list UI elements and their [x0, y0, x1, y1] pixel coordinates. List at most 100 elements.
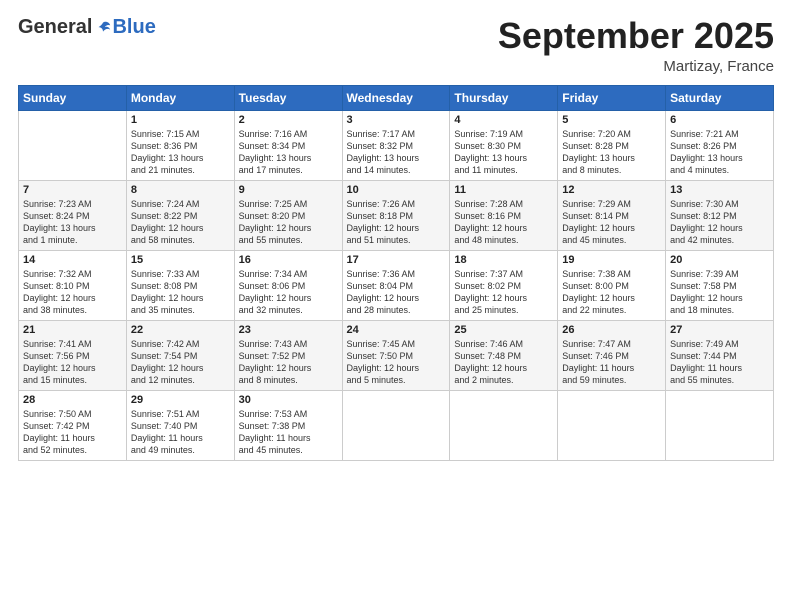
header: General Blue September 2025 Martizay, Fr…	[18, 16, 774, 75]
calendar-cell: 25 Sunrise: 7:46 AM Sunset: 7:48 PM Dayli…	[450, 320, 558, 390]
day-number: 17	[347, 254, 446, 266]
day-number: 10	[347, 184, 446, 196]
day-info: Sunrise: 7:37 AM Sunset: 8:02 PM Dayligh…	[454, 268, 553, 317]
col-friday: Friday	[558, 85, 666, 110]
calendar-table: Sunday Monday Tuesday Wednesday Thursday…	[18, 85, 774, 461]
day-info: Sunrise: 7:51 AM Sunset: 7:40 PM Dayligh…	[131, 408, 230, 457]
day-info: Sunrise: 7:45 AM Sunset: 7:50 PM Dayligh…	[347, 338, 446, 387]
day-number: 7	[23, 184, 122, 196]
calendar-week-1: 1 Sunrise: 7:15 AM Sunset: 8:36 PM Daylig…	[19, 110, 774, 180]
calendar-cell	[19, 110, 127, 180]
calendar-cell: 29 Sunrise: 7:51 AM Sunset: 7:40 PM Dayli…	[126, 390, 234, 460]
calendar-page: General Blue September 2025 Martizay, Fr…	[0, 0, 792, 612]
day-info: Sunrise: 7:50 AM Sunset: 7:42 PM Dayligh…	[23, 408, 122, 457]
calendar-cell: 3 Sunrise: 7:17 AM Sunset: 8:32 PM Daylig…	[342, 110, 450, 180]
calendar-cell: 4 Sunrise: 7:19 AM Sunset: 8:30 PM Daylig…	[450, 110, 558, 180]
day-info: Sunrise: 7:47 AM Sunset: 7:46 PM Dayligh…	[562, 338, 661, 387]
calendar-cell: 12 Sunrise: 7:29 AM Sunset: 8:14 PM Dayli…	[558, 180, 666, 250]
day-number: 14	[23, 254, 122, 266]
calendar-cell: 24 Sunrise: 7:45 AM Sunset: 7:50 PM Dayli…	[342, 320, 450, 390]
day-info: Sunrise: 7:25 AM Sunset: 8:20 PM Dayligh…	[239, 198, 338, 247]
calendar-week-2: 7Sunrise: 7:23 AM Sunset: 8:24 PM Daylig…	[19, 180, 774, 250]
day-info: Sunrise: 7:42 AM Sunset: 7:54 PM Dayligh…	[131, 338, 230, 387]
calendar-cell: 8Sunrise: 7:24 AM Sunset: 8:22 PM Daylig…	[126, 180, 234, 250]
calendar-cell: 27Sunrise: 7:49 AM Sunset: 7:44 PM Dayli…	[666, 320, 774, 390]
day-number: 29	[131, 394, 230, 406]
day-info: Sunrise: 7:21 AM Sunset: 8:26 PM Dayligh…	[670, 128, 769, 177]
day-info: Sunrise: 7:43 AM Sunset: 7:52 PM Dayligh…	[239, 338, 338, 387]
day-number: 20	[670, 254, 769, 266]
day-number: 19	[562, 254, 661, 266]
calendar-cell: 23 Sunrise: 7:43 AM Sunset: 7:52 PM Dayli…	[234, 320, 342, 390]
header-row: Sunday Monday Tuesday Wednesday Thursday…	[19, 85, 774, 110]
calendar-cell: 22 Sunrise: 7:42 AM Sunset: 7:54 PM Dayli…	[126, 320, 234, 390]
day-info: Sunrise: 7:29 AM Sunset: 8:14 PM Dayligh…	[562, 198, 661, 247]
day-number: 26	[562, 324, 661, 336]
day-number: 23	[239, 324, 338, 336]
calendar-cell	[450, 390, 558, 460]
day-info: Sunrise: 7:32 AM Sunset: 8:10 PM Dayligh…	[23, 268, 122, 317]
day-number: 27	[670, 324, 769, 336]
logo-text: General Blue	[18, 16, 156, 39]
day-info: Sunrise: 7:28 AM Sunset: 8:16 PM Dayligh…	[454, 198, 553, 247]
day-number: 15	[131, 254, 230, 266]
day-number: 28	[23, 394, 122, 406]
logo-general: General	[18, 16, 92, 39]
day-info: Sunrise: 7:53 AM Sunset: 7:38 PM Dayligh…	[239, 408, 338, 457]
calendar-cell: 2 Sunrise: 7:16 AM Sunset: 8:34 PM Daylig…	[234, 110, 342, 180]
day-info: Sunrise: 7:20 AM Sunset: 8:28 PM Dayligh…	[562, 128, 661, 177]
col-saturday: Saturday	[666, 85, 774, 110]
day-info: Sunrise: 7:15 AM Sunset: 8:36 PM Dayligh…	[131, 128, 230, 177]
day-number: 1	[131, 114, 230, 126]
day-number: 25	[454, 324, 553, 336]
day-number: 22	[131, 324, 230, 336]
month-title: September 2025	[498, 16, 774, 56]
col-tuesday: Tuesday	[234, 85, 342, 110]
location: Martizay, France	[498, 58, 774, 75]
day-info: Sunrise: 7:24 AM Sunset: 8:22 PM Dayligh…	[131, 198, 230, 247]
day-number: 11	[454, 184, 553, 196]
day-number: 3	[347, 114, 446, 126]
calendar-cell: 1 Sunrise: 7:15 AM Sunset: 8:36 PM Daylig…	[126, 110, 234, 180]
calendar-week-3: 14 Sunrise: 7:32 AM Sunset: 8:10 PM Dayli…	[19, 250, 774, 320]
calendar-cell: 20Sunrise: 7:39 AM Sunset: 7:58 PM Dayli…	[666, 250, 774, 320]
calendar-cell: 18Sunrise: 7:37 AM Sunset: 8:02 PM Dayli…	[450, 250, 558, 320]
calendar-cell: 26 Sunrise: 7:47 AM Sunset: 7:46 PM Dayli…	[558, 320, 666, 390]
logo-bird-icon	[94, 19, 112, 37]
day-info: Sunrise: 7:46 AM Sunset: 7:48 PM Dayligh…	[454, 338, 553, 387]
day-info: Sunrise: 7:19 AM Sunset: 8:30 PM Dayligh…	[454, 128, 553, 177]
calendar-week-5: 28 Sunrise: 7:50 AM Sunset: 7:42 PM Dayli…	[19, 390, 774, 460]
logo: General Blue	[18, 16, 156, 39]
day-number: 4	[454, 114, 553, 126]
title-block: September 2025 Martizay, France	[498, 16, 774, 75]
col-thursday: Thursday	[450, 85, 558, 110]
calendar-cell: 7Sunrise: 7:23 AM Sunset: 8:24 PM Daylig…	[19, 180, 127, 250]
calendar-cell: 13Sunrise: 7:30 AM Sunset: 8:12 PM Dayli…	[666, 180, 774, 250]
day-number: 21	[23, 324, 122, 336]
logo-blue: Blue	[112, 16, 155, 39]
day-number: 2	[239, 114, 338, 126]
calendar-cell: 14 Sunrise: 7:32 AM Sunset: 8:10 PM Dayli…	[19, 250, 127, 320]
day-info: Sunrise: 7:17 AM Sunset: 8:32 PM Dayligh…	[347, 128, 446, 177]
col-monday: Monday	[126, 85, 234, 110]
calendar-cell: 9Sunrise: 7:25 AM Sunset: 8:20 PM Daylig…	[234, 180, 342, 250]
day-number: 30	[239, 394, 338, 406]
day-info: Sunrise: 7:26 AM Sunset: 8:18 PM Dayligh…	[347, 198, 446, 247]
calendar-cell: 21Sunrise: 7:41 AM Sunset: 7:56 PM Dayli…	[19, 320, 127, 390]
calendar-cell: 30 Sunrise: 7:53 AM Sunset: 7:38 PM Dayli…	[234, 390, 342, 460]
day-info: Sunrise: 7:34 AM Sunset: 8:06 PM Dayligh…	[239, 268, 338, 317]
day-info: Sunrise: 7:38 AM Sunset: 8:00 PM Dayligh…	[562, 268, 661, 317]
day-number: 24	[347, 324, 446, 336]
day-number: 12	[562, 184, 661, 196]
calendar-cell: 10 Sunrise: 7:26 AM Sunset: 8:18 PM Dayli…	[342, 180, 450, 250]
calendar-cell	[666, 390, 774, 460]
day-info: Sunrise: 7:30 AM Sunset: 8:12 PM Dayligh…	[670, 198, 769, 247]
calendar-cell: 15Sunrise: 7:33 AM Sunset: 8:08 PM Dayli…	[126, 250, 234, 320]
calendar-cell: 16Sunrise: 7:34 AM Sunset: 8:06 PM Dayli…	[234, 250, 342, 320]
day-info: Sunrise: 7:16 AM Sunset: 8:34 PM Dayligh…	[239, 128, 338, 177]
calendar-cell: 5 Sunrise: 7:20 AM Sunset: 8:28 PM Daylig…	[558, 110, 666, 180]
day-number: 5	[562, 114, 661, 126]
calendar-cell: 19 Sunrise: 7:38 AM Sunset: 8:00 PM Dayli…	[558, 250, 666, 320]
calendar-cell	[558, 390, 666, 460]
calendar-cell: 11 Sunrise: 7:28 AM Sunset: 8:16 PM Dayli…	[450, 180, 558, 250]
